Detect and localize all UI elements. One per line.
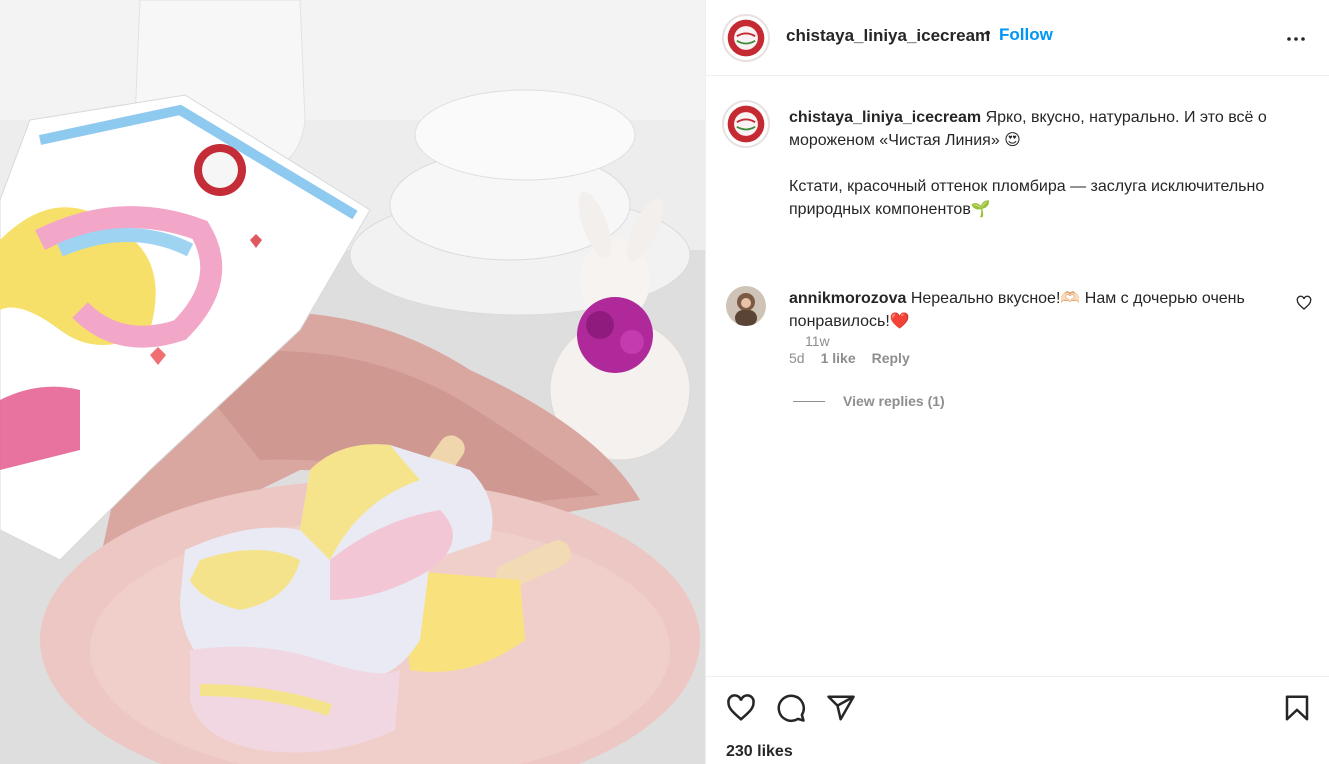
comment-time[interactable]: 5d <box>789 350 805 366</box>
comment-item: annikmorozova Нереально вкусное!🫶🏻 Нам с… <box>722 284 1318 366</box>
caption-text: chistaya_liniya_icecream Ярко, вкусно, н… <box>789 106 1314 221</box>
view-replies-label: View replies (1) <box>843 393 945 409</box>
comment-like-heart-icon[interactable] <box>1296 295 1312 311</box>
caption-avatar[interactable] <box>722 100 770 148</box>
comment-icon[interactable] <box>776 693 806 723</box>
view-replies-button[interactable]: View replies (1) <box>793 393 945 409</box>
comment-meta: 5d 1 like Reply <box>789 350 910 366</box>
caption-line-2: Кстати, красочный оттенок пломбира — зас… <box>789 178 1265 218</box>
post-panel: chistaya_liniya_icecream • Follow chista… <box>705 0 1329 764</box>
comment-text: annikmorozova Нереально вкусное!🫶🏻 Нам с… <box>789 287 1259 333</box>
replies-divider <box>793 400 825 402</box>
likes-count[interactable]: 230 likes <box>726 743 793 761</box>
bookmark-icon[interactable] <box>1282 693 1312 723</box>
more-horizontal-icon[interactable] <box>1284 27 1308 51</box>
post-header: chistaya_liniya_icecream • Follow <box>706 0 1329 76</box>
commenter-avatar[interactable] <box>726 286 766 326</box>
heart-icon[interactable] <box>726 693 756 723</box>
follow-button[interactable]: Follow <box>999 25 1053 45</box>
share-icon[interactable] <box>826 693 856 723</box>
post-image[interactable] <box>0 0 705 764</box>
reply-button[interactable]: Reply <box>872 350 910 366</box>
commenter-username[interactable]: annikmorozova <box>789 290 906 307</box>
author-username[interactable]: chistaya_liniya_icecream <box>786 26 990 46</box>
comment-likes[interactable]: 1 like <box>821 350 856 366</box>
ice-cream-photo <box>0 0 705 764</box>
caption-username[interactable]: chistaya_liniya_icecream <box>789 109 981 126</box>
separator-dot: • <box>985 25 991 42</box>
author-avatar[interactable] <box>722 14 770 62</box>
action-bar <box>706 676 1329 736</box>
